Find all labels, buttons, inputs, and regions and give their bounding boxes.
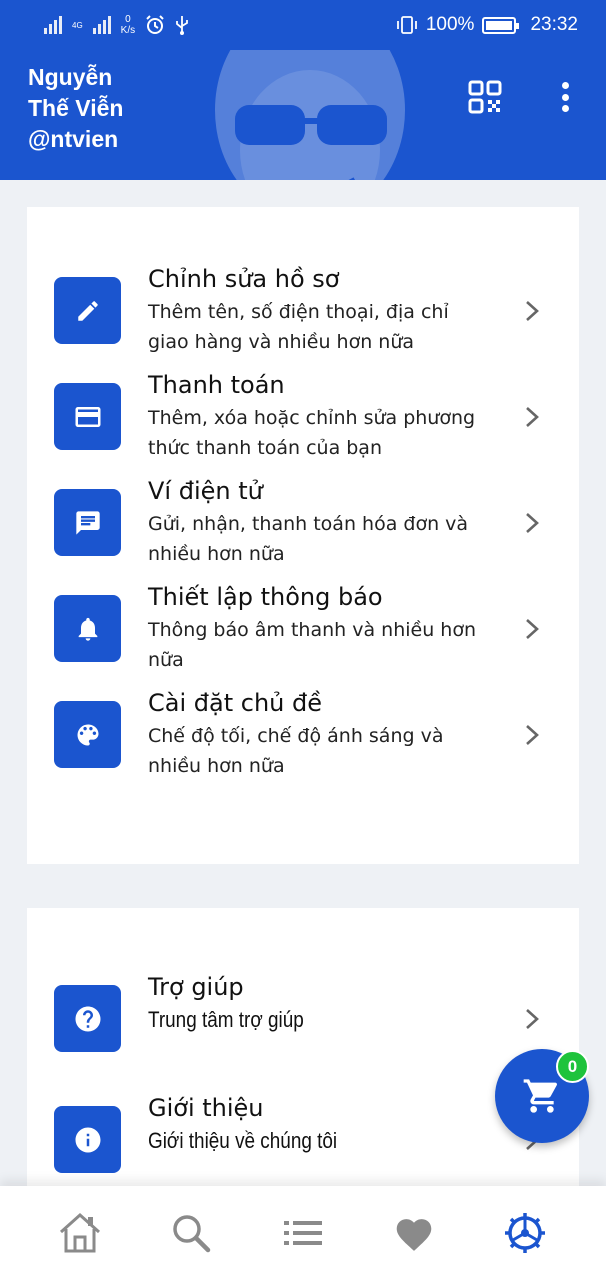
menu-item-icon-box <box>54 1106 121 1173</box>
menu-item-edit-profile[interactable]: Chỉnh sửa hồ sơ Thêm tên, số điện thoại,… <box>27 265 579 383</box>
message-icon <box>75 510 100 535</box>
menu-item-description: Trung tâm trợ giúp <box>148 1007 304 1032</box>
nav-favorites[interactable] <box>389 1208 439 1258</box>
chevron-right-icon <box>526 619 539 639</box>
cart-count-badge: 0 <box>556 1050 589 1083</box>
signal-strength-2-icon <box>92 16 111 34</box>
shopping-cart-icon <box>523 1079 558 1113</box>
more-options-icon[interactable] <box>556 80 574 114</box>
alarm-icon <box>146 15 164 34</box>
menu-item-icon-box <box>54 383 121 450</box>
menu-item-description: Gửi, nhận, thanh toán hóa đơn và nhiều h… <box>148 513 469 565</box>
qr-code-icon[interactable] <box>468 80 502 114</box>
profile-handle: @ntvien <box>28 126 119 152</box>
battery-icon <box>482 16 520 34</box>
menu-item-description: Thông báo âm thanh và nhiều hơn nữa <box>148 619 477 671</box>
settings-card-secondary: Trợ giúp Trung tâm trợ giúp Giới thiệu G… <box>27 908 579 1208</box>
nav-search[interactable] <box>166 1208 216 1258</box>
menu-item-theme-settings[interactable]: Cài đặt chủ đề Chế độ tối, chế độ ánh sá… <box>27 689 579 807</box>
profile-name-line2: Thế Viễn <box>28 95 124 121</box>
menu-item-title: Thanh toán <box>148 371 285 399</box>
network-speed-value: 0 <box>125 14 131 25</box>
profile-name: Nguyễn Thế Viễn @ntvien <box>28 62 198 155</box>
menu-item-icon-box <box>54 489 121 556</box>
info-icon <box>75 1127 100 1152</box>
menu-item-notification-settings[interactable]: Thiết lập thông báo Thông báo âm thanh v… <box>27 583 579 701</box>
signal-strength-icon <box>44 16 62 34</box>
palette-icon <box>77 724 98 745</box>
bell-icon <box>78 617 97 641</box>
nav-list[interactable] <box>278 1208 328 1258</box>
menu-item-description: Thêm tên, số điện thoại, địa chỉ giao hà… <box>148 301 449 353</box>
heart-icon <box>396 1219 432 1251</box>
network-speed-unit: K/s <box>120 25 136 36</box>
status-bar: 4G 0 K/s 100% 23:32 <box>0 0 606 50</box>
network-speed: 0 K/s <box>121 14 135 36</box>
credit-card-icon <box>75 406 100 427</box>
settings-icon <box>505 1213 545 1253</box>
menu-item-icon-box <box>54 595 121 662</box>
menu-item-title: Thiết lập thông báo <box>148 583 383 611</box>
profile-name-line1: Nguyễn <box>28 64 113 90</box>
chevron-right-icon <box>526 725 539 745</box>
vibrate-icon <box>396 16 417 34</box>
cart-button[interactable]: 0 <box>495 1049 589 1143</box>
menu-item-title: Giới thiệu <box>148 1094 264 1122</box>
chevron-right-icon <box>526 513 539 533</box>
menu-item-e-wallet[interactable]: Ví điện tử Gửi, nhận, thanh toán hóa đơn… <box>27 477 579 595</box>
menu-item-icon-box <box>54 277 121 344</box>
list-icon <box>284 1221 322 1245</box>
menu-item-payment[interactable]: Thanh toán Thêm, xóa hoặc chỉnh sửa phươ… <box>27 371 579 489</box>
chevron-right-icon <box>526 1009 539 1029</box>
menu-item-title: Chỉnh sửa hồ sơ <box>148 265 340 293</box>
nav-settings[interactable] <box>500 1208 550 1258</box>
network-type: 4G <box>72 20 83 30</box>
menu-item-help[interactable]: Trợ giúp Trung tâm trợ giúp <box>27 973 579 1091</box>
menu-item-description: Thêm, xóa hoặc chỉnh sửa phương thức tha… <box>148 407 476 459</box>
menu-item-description: Chế độ tối, chế độ ánh sáng và nhiều hơn… <box>148 725 444 777</box>
battery-percent: 100% <box>425 14 475 35</box>
home-icon <box>59 1212 101 1253</box>
search-icon <box>173 1215 211 1253</box>
menu-item-title: Trợ giúp <box>148 973 244 1001</box>
menu-item-icon-box <box>54 985 121 1052</box>
menu-item-title: Ví điện tử <box>148 477 263 505</box>
menu-item-description: Giới thiệu về chúng tôi <box>148 1128 338 1153</box>
nav-home[interactable] <box>55 1208 105 1258</box>
profile-header: Nguyễn Thế Viễn @ntvien <box>0 50 606 180</box>
pencil-icon <box>77 300 98 321</box>
help-icon <box>75 1006 100 1031</box>
chevron-right-icon <box>526 301 539 321</box>
menu-item-icon-box <box>54 701 121 768</box>
avatar-illustration <box>215 50 405 180</box>
usb-icon <box>176 16 189 35</box>
bottom-navigation <box>0 1186 606 1280</box>
chevron-right-icon <box>526 407 539 427</box>
settings-card-primary: Chỉnh sửa hồ sơ Thêm tên, số điện thoại,… <box>27 207 579 864</box>
menu-item-title: Cài đặt chủ đề <box>148 689 322 717</box>
clock: 23:32 <box>530 14 578 35</box>
